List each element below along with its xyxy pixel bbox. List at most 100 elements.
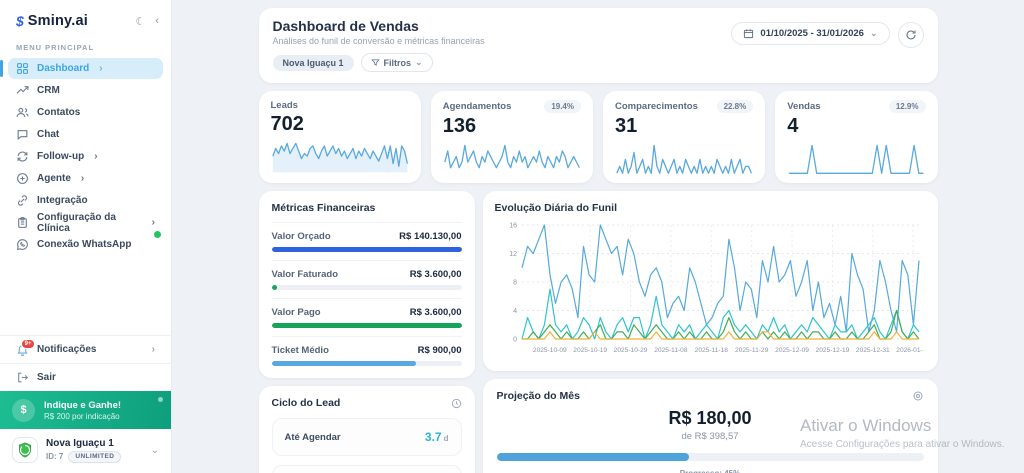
kpi-value: 31	[615, 115, 753, 138]
projection-progress-track	[497, 453, 924, 461]
svg-text:2026-01-22: 2026-01-22	[896, 347, 923, 354]
projection-total: de R$ 398,57	[497, 431, 924, 442]
page-title: Dashboard de Vendas	[273, 18, 485, 34]
plan-badge: UNLIMITED	[68, 451, 121, 463]
page-header-card: Dashboard de Vendas Análises do funil de…	[259, 8, 938, 83]
chevron-right-icon: ›	[152, 344, 155, 355]
chevron-down-icon: ⌄	[415, 57, 423, 68]
lead-cycle-card: Ciclo do Lead Até Agendar 3.7d Até Compa…	[259, 386, 475, 473]
svg-text:2025-11-29: 2025-11-29	[735, 347, 769, 354]
clinic-chip: Nova Iguaçu 1	[273, 55, 354, 71]
target-icon	[912, 390, 924, 402]
svg-text:16: 16	[509, 223, 517, 230]
funnel-chart-title: Evolução Diária do Funil	[495, 202, 926, 214]
sidebar-item-configuracao-clinica[interactable]: Configuração da Clínica ›	[8, 212, 163, 233]
banner-dot	[158, 397, 163, 402]
svg-text:12: 12	[509, 251, 517, 258]
projection-progress-fill	[497, 453, 689, 461]
chevron-right-icon: ›	[99, 63, 102, 74]
refresh-icon	[905, 29, 917, 41]
sidebar-item-dashboard[interactable]: Dashboard ›	[8, 58, 163, 79]
refresh-cycle-icon	[16, 150, 29, 163]
progress-track	[272, 323, 462, 328]
svg-text:2025-12-09: 2025-12-09	[775, 347, 809, 354]
kpi-value: 4	[787, 115, 925, 138]
chat-bubble-icon	[16, 128, 29, 141]
calendar-icon	[743, 28, 754, 39]
notifications-row[interactable]: 9+ Notificações ›	[0, 336, 171, 363]
kpi-value: 702	[271, 113, 409, 136]
sidebar-item-agente[interactable]: Agente ›	[8, 168, 163, 189]
progress-fill	[272, 285, 278, 290]
progress-fill	[272, 247, 462, 252]
projection-progress-label: Progresso: 45%	[497, 469, 924, 473]
kpi-card-leads: Leads 702	[259, 91, 421, 183]
date-range-picker[interactable]: 01/10/2025 - 31/01/2026 ⌄	[731, 22, 889, 45]
kpi-row: Leads 702 Agendamentos 19.4% 136 Compare…	[259, 91, 938, 183]
projection-value: R$ 180,00	[497, 408, 924, 429]
comparecimentos-sparkline	[615, 140, 753, 176]
page-subtitle: Análises do funil de conversão e métrica…	[273, 36, 485, 46]
svg-text:0: 0	[513, 337, 517, 344]
projection-title: Projeção do Mês	[497, 390, 580, 402]
sidebar-collapse-icon[interactable]: ‹	[155, 15, 159, 27]
funnel-icon	[371, 58, 380, 67]
sidebar-item-follow-up[interactable]: Follow-up ›	[8, 146, 163, 167]
svg-text:2025-10-09: 2025-10-09	[532, 347, 566, 354]
plus-circle-icon	[16, 172, 29, 185]
cycle-row-ate-agendar: Até Agendar 3.7d	[272, 418, 462, 456]
cycle-title: Ciclo do Lead	[272, 397, 341, 409]
conversion-badge: 12.9%	[889, 100, 926, 113]
svg-text:4: 4	[513, 308, 517, 315]
sidebar-item-crm[interactable]: CRM	[8, 80, 163, 101]
metric-row-ticket-medio: Ticket MédioR$ 900,00	[272, 336, 462, 366]
clinic-shield-icon	[12, 437, 38, 463]
trending-up-icon	[16, 84, 29, 97]
chevron-right-icon: ›	[94, 151, 97, 162]
sidebar-item-chat[interactable]: Chat	[8, 124, 163, 145]
sidebar-nav: Dashboard › CRM Contatos Chat Follow-up …	[0, 58, 171, 256]
progress-track	[272, 285, 462, 290]
bell-icon: 9+	[16, 343, 29, 356]
svg-text:2025-10-19: 2025-10-19	[573, 347, 607, 354]
svg-text:8: 8	[513, 280, 517, 287]
metrics-title: Métricas Financeiras	[272, 202, 462, 214]
sidebar-item-conexao-whatsapp[interactable]: Conexão WhatsApp	[8, 234, 163, 255]
app-logo-text: Sminy.ai	[28, 13, 136, 29]
kpi-card-comparecimentos: Comparecimentos 22.8% 31	[603, 91, 765, 183]
link-icon	[16, 194, 29, 207]
chevron-down-icon: ⌄	[870, 28, 878, 39]
chevron-right-icon: ›	[152, 217, 155, 228]
svg-text:2025-12-19: 2025-12-19	[815, 347, 849, 354]
dollar-icon: $	[12, 399, 35, 422]
logout-button[interactable]: Sair	[0, 364, 171, 391]
logout-icon	[16, 371, 29, 384]
account-name: Nova Iguaçu 1	[46, 438, 121, 449]
conversion-badge: 19.4%	[544, 100, 581, 113]
refresh-button[interactable]	[898, 22, 924, 48]
referral-banner[interactable]: $ Indique e Ganhe! R$ 200 por indicação	[0, 391, 171, 429]
sidebar-item-contatos[interactable]: Contatos	[8, 102, 163, 123]
daily-funnel-card: Evolução Diária do Funil 0 4 8 12 16 2025-10-…	[483, 191, 938, 371]
clock-icon	[451, 398, 462, 409]
kpi-card-agendamentos: Agendamentos 19.4% 136	[431, 91, 593, 183]
dark-mode-toggle-icon[interactable]: ☾	[135, 15, 145, 28]
clipboard-icon	[16, 216, 29, 229]
logo-row: $ Sminy.ai ☾ ‹	[0, 0, 171, 39]
vendas-sparkline	[787, 140, 925, 176]
conversion-badge: 22.8%	[717, 100, 754, 113]
kpi-value: 136	[443, 115, 581, 138]
chevron-down-icon[interactable]: ⌄	[151, 445, 159, 456]
chevron-right-icon: ›	[81, 173, 84, 184]
account-row[interactable]: Nova Iguaçu 1 ID: 7 UNLIMITED ⌄	[0, 429, 171, 473]
metric-row-valor-pago: Valor PagoR$ 3.600,00	[272, 298, 462, 328]
users-icon	[16, 106, 29, 119]
funnel-chart: 04812162025-10-092025-10-192025-10-29202…	[495, 217, 923, 365]
progress-fill	[272, 323, 462, 328]
notification-badge: 9+	[21, 339, 35, 349]
sidebar-item-integracao[interactable]: Integração	[8, 190, 163, 211]
progress-track	[272, 247, 462, 252]
filters-button[interactable]: Filtros ⌄	[361, 53, 433, 72]
metric-row-valor-faturado: Valor FaturadoR$ 3.600,00	[272, 260, 462, 290]
whatsapp-status-dot	[154, 231, 161, 238]
